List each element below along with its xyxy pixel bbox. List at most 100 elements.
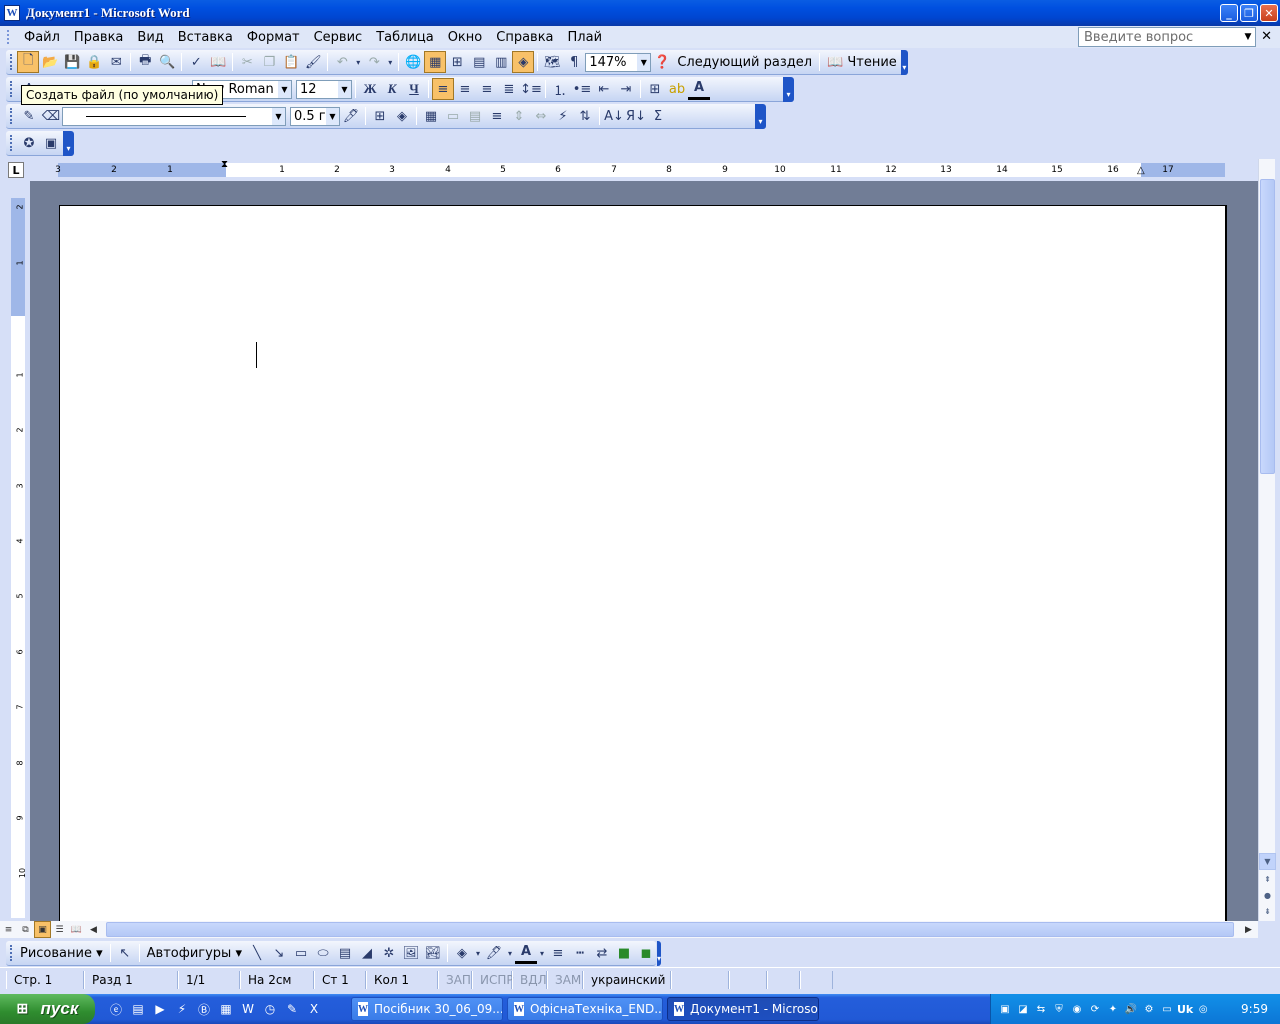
fill-color-icon[interactable]: ◈	[451, 942, 473, 964]
decrease-indent-icon[interactable]: ⇤	[593, 78, 615, 100]
dash-style-icon[interactable]: ┅	[569, 942, 591, 964]
shading-icon[interactable]: ◈	[391, 105, 413, 127]
tray-update-icon[interactable]: ⟳	[1087, 1001, 1103, 1017]
horizontal-scroll-thumb[interactable]	[106, 922, 1234, 937]
ask-question-input[interactable]: Введите вопрос ▼	[1078, 27, 1256, 47]
tray-volume-icon[interactable]: 🔊	[1123, 1001, 1139, 1017]
text-box-icon[interactable]: ▤	[334, 942, 356, 964]
merge-cells-icon[interactable]: ▭	[442, 105, 464, 127]
autoshapes-menu-button[interactable]: Автофигуры ▾	[143, 946, 246, 961]
document-close-icon[interactable]: ✕	[1261, 29, 1272, 44]
increase-indent-icon[interactable]: ⇥	[615, 78, 637, 100]
align-right-icon[interactable]: ≡	[476, 78, 498, 100]
line-style-dropdown-icon[interactable]: ▼	[272, 107, 285, 125]
ask-question-dropdown-icon[interactable]: ▼	[1241, 28, 1255, 46]
print-preview-icon[interactable]: 🔍	[156, 51, 178, 73]
toolbar-grip[interactable]	[10, 135, 14, 151]
select-objects-icon[interactable]: ↖	[114, 942, 136, 964]
toolbar-options-icon[interactable]: ▾	[657, 940, 662, 966]
paste-icon[interactable]: 📋	[280, 51, 302, 73]
scroll-left-icon[interactable]: ◀	[85, 921, 102, 938]
scroll-right-icon[interactable]: ▶	[1240, 921, 1257, 938]
font-color-icon[interactable]: A	[688, 78, 710, 100]
outline-view-icon[interactable]: ☰	[51, 921, 68, 938]
normal-view-icon[interactable]: ≡	[0, 921, 17, 938]
tray-help-icon[interactable]: ◎	[1195, 1001, 1211, 1017]
document-page[interactable]	[59, 205, 1227, 921]
menu-view[interactable]: Вид	[130, 30, 170, 45]
toolbar-grip[interactable]	[10, 81, 14, 97]
font-name-dropdown-icon[interactable]: ▼	[278, 80, 291, 98]
status-extend[interactable]: ВДЛ	[512, 970, 547, 989]
status-language[interactable]: украинский	[583, 970, 671, 989]
oval-icon[interactable]: ⬭	[312, 942, 334, 964]
word-app-icon[interactable]: W	[4, 5, 20, 21]
borders-icon[interactable]: ⊞	[369, 105, 391, 127]
menu-insert[interactable]: Вставка	[171, 30, 240, 45]
reading-button[interactable]: 📖 Чтение	[823, 55, 901, 70]
language-indicator[interactable]: Uk	[1177, 1003, 1193, 1016]
arrow-icon[interactable]: ↘	[268, 942, 290, 964]
menu-grip[interactable]	[7, 30, 11, 44]
tray-security-icon[interactable]: ⛨	[1051, 1001, 1067, 1017]
line-style-icon[interactable]: ≡	[547, 942, 569, 964]
insert-table-icon[interactable]: ▦	[420, 105, 442, 127]
print-layout-icon[interactable]: ▣	[34, 921, 51, 938]
permission-icon[interactable]: 🔒	[83, 51, 105, 73]
toolbar-options-icon[interactable]: ▾	[783, 76, 794, 102]
menu-table[interactable]: Таблица	[369, 30, 441, 45]
text-direction-icon[interactable]: ⇅	[574, 105, 596, 127]
line-icon[interactable]: ╲	[246, 942, 268, 964]
excel-quicklaunch-icon[interactable]: X	[303, 998, 325, 1020]
tray-pdf-icon[interactable]: ◪	[1015, 1001, 1031, 1017]
taskbar-button-active[interactable]: W Документ1 - Microso...	[667, 997, 819, 1021]
font-size-select[interactable]: 12 ▼	[296, 79, 352, 99]
menu-window[interactable]: Окно	[441, 30, 490, 45]
previous-page-icon[interactable]: ⇞	[1259, 871, 1276, 888]
research-icon[interactable]: 📖	[207, 51, 229, 73]
menu-tools[interactable]: Сервис	[307, 30, 370, 45]
align-left-icon[interactable]: ≡	[432, 78, 454, 100]
media-player-icon[interactable]: ▶	[149, 998, 171, 1020]
toolbar-options-icon[interactable]: ▾	[900, 49, 908, 75]
vertical-scrollbar[interactable]: ▲ ▼ ⇞ ● ⇟	[1258, 159, 1276, 921]
tray-hardware-icon[interactable]: ⚙	[1141, 1001, 1157, 1017]
email-icon[interactable]: ✉	[105, 51, 127, 73]
program-icon[interactable]: ⚡	[171, 998, 193, 1020]
taskbar-button[interactable]: W ОфіснаТехніка_END....	[507, 997, 663, 1021]
justify-icon[interactable]: ≣	[498, 78, 520, 100]
toolbar-grip[interactable]	[10, 54, 13, 70]
right-indent-marker-icon[interactable]: △	[1137, 165, 1145, 176]
undo-icon[interactable]: ↶	[331, 51, 353, 73]
sort-ascending-icon[interactable]: A↓	[603, 105, 625, 127]
reading-view-icon[interactable]: 📖	[68, 921, 85, 938]
arrow-style-icon[interactable]: ⇄	[591, 942, 613, 964]
fill-color-dropdown-icon[interactable]: ▾	[473, 942, 483, 964]
shadow-style-icon[interactable]: ■	[613, 942, 635, 964]
bs-icon[interactable]: Ⓑ	[193, 998, 215, 1020]
outside-border-icon[interactable]: ⊞	[644, 78, 666, 100]
document-map-icon[interactable]: 🗺	[541, 51, 563, 73]
save-icon[interactable]: 💾	[61, 51, 83, 73]
format-painter-icon[interactable]: 🖌	[302, 51, 324, 73]
underline-button[interactable]: Ч	[403, 78, 425, 100]
zoom-select[interactable]: 147% ▼	[585, 52, 652, 72]
maximize-button[interactable]: ❐	[1240, 4, 1258, 22]
table-autoformat-icon[interactable]: ⚡	[552, 105, 574, 127]
tables-borders-icon[interactable]: ▦	[424, 51, 447, 73]
draw-table-icon[interactable]: ✎	[18, 105, 40, 127]
menu-edit[interactable]: Правка	[67, 30, 130, 45]
select-browse-object-icon[interactable]: ●	[1259, 887, 1276, 904]
redo-icon[interactable]: ↷	[363, 51, 385, 73]
autosum-icon[interactable]: Σ	[647, 105, 669, 127]
clock[interactable]: 9:59	[1241, 1002, 1268, 1016]
outlook-icon[interactable]: ▤	[127, 998, 149, 1020]
split-cells-icon[interactable]: ▤	[464, 105, 486, 127]
start-button[interactable]: ⊞ пуск	[0, 994, 95, 1024]
distribute-rows-icon[interactable]: ⇕	[508, 105, 530, 127]
line-weight-dropdown-icon[interactable]: ▼	[326, 107, 339, 125]
indent-marker-icon[interactable]: ⧗	[221, 159, 228, 170]
toolbar-grip[interactable]	[10, 945, 12, 961]
wordart-icon[interactable]: ◢	[356, 942, 378, 964]
tray-network-icon[interactable]: ⇆	[1033, 1001, 1049, 1017]
